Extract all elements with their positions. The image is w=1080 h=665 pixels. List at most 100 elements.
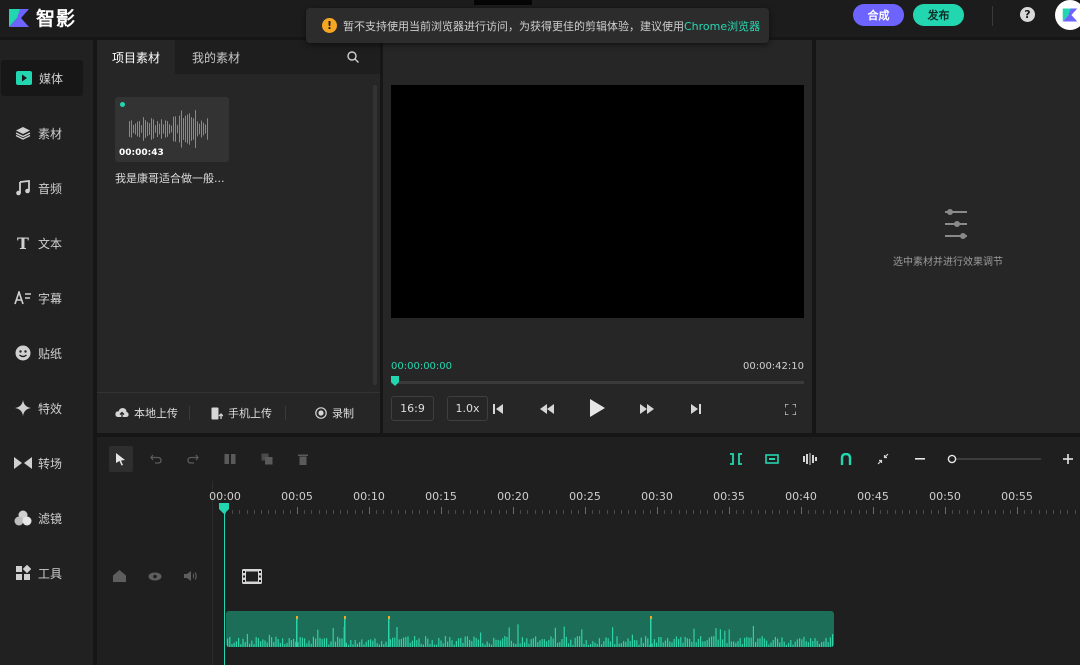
- sidebar-item-subtitle[interactable]: 字幕: [0, 280, 82, 316]
- progress-handle-icon[interactable]: [391, 376, 399, 386]
- sidebar-item-assets[interactable]: 素材: [0, 115, 82, 151]
- ruler-tick: [945, 507, 946, 514]
- ruler-tick: [844, 510, 845, 514]
- ruler-tick: [635, 510, 636, 514]
- copy-button[interactable]: [257, 449, 277, 469]
- delete-button[interactable]: [293, 449, 313, 469]
- top-handle: [474, 0, 532, 5]
- zoom-in-button[interactable]: [1058, 449, 1078, 469]
- sidebar-item-media[interactable]: 媒体: [1, 60, 83, 96]
- copy-icon: [261, 453, 273, 465]
- ruler-tick: [909, 510, 910, 514]
- select-tool-button[interactable]: [109, 446, 133, 472]
- ruler-tick: [355, 510, 356, 514]
- ruler-tick: [643, 510, 644, 514]
- zoom-slider[interactable]: [947, 449, 1041, 469]
- sidebar-item-transition[interactable]: 转场: [0, 445, 82, 481]
- sidebar-item-text[interactable]: T 文本: [0, 225, 82, 261]
- audio-clip-on-timeline[interactable]: [226, 611, 834, 647]
- sidebar-item-label: 贴纸: [38, 346, 63, 361]
- video-track-home-icon[interactable]: [112, 569, 126, 583]
- app-logo[interactable]: 智影: [8, 4, 76, 31]
- fullscreen-button[interactable]: [783, 402, 797, 416]
- compose-button[interactable]: 合成: [853, 4, 904, 26]
- publish-button[interactable]: 发布: [913, 4, 964, 26]
- ruler-tick: [974, 510, 975, 514]
- sidebar-item-audio[interactable]: 音频: [0, 170, 82, 206]
- ruler-tick: [866, 510, 867, 514]
- avatar[interactable]: [1055, 0, 1080, 30]
- ruler-tick: [585, 507, 586, 514]
- ruler-tick: [592, 510, 593, 514]
- ruler-tick: [419, 510, 420, 514]
- editor-app: 智影 合成 发布 ? ! 暂不支持使用当前浏览器进行访问，为获得更佳的剪辑体验，…: [0, 0, 1080, 665]
- ruler-tick: [959, 510, 960, 514]
- ruler-tick: [275, 510, 276, 514]
- upload-bar: 本地上传 手机上传 录制: [97, 392, 380, 433]
- split-audio-button[interactable]: [800, 449, 820, 469]
- skip-end-icon: [691, 404, 701, 414]
- header-divider: [992, 6, 993, 26]
- media-scrollbar[interactable]: [373, 85, 377, 385]
- tab-project-assets[interactable]: 项目素材: [97, 40, 175, 74]
- video-track-volume-icon[interactable]: [184, 569, 198, 583]
- sidebar-item-filter[interactable]: 滤镜: [0, 500, 82, 536]
- collapse-button[interactable]: [873, 449, 893, 469]
- playhead-line: [224, 507, 225, 665]
- help-icon[interactable]: ?: [1020, 7, 1035, 22]
- layers-icon: [14, 125, 32, 141]
- video-preview-screen[interactable]: [391, 85, 804, 318]
- phone-upload-button[interactable]: 手机上传: [211, 405, 272, 421]
- ruler-tick: [837, 510, 838, 514]
- sidebar-item-sticker[interactable]: 贴纸: [0, 335, 82, 371]
- timeline-ruler[interactable]: 00:00 00:05 00:10 00:15 00:20 00:25 00:30 00:35…: [209, 481, 1080, 521]
- ruler-tick: [535, 510, 536, 514]
- redo-button[interactable]: [183, 449, 203, 469]
- fit-clip-button[interactable]: [762, 449, 782, 469]
- ruler-tick: [787, 510, 788, 514]
- notice-chrome-link[interactable]: Chrome浏览器: [684, 18, 760, 34]
- trash-icon: [298, 454, 308, 465]
- sidebar-item-tools[interactable]: 工具: [0, 555, 82, 591]
- ruler-tick: [232, 510, 233, 514]
- sidebar-item-effects[interactable]: 特效: [0, 390, 82, 426]
- playback-speed-select[interactable]: 1.0x: [447, 396, 488, 421]
- skip-to-end-button[interactable]: [689, 402, 703, 416]
- fast-forward-button[interactable]: [638, 402, 656, 416]
- audio-clip-thumbnail[interactable]: 00:00:43: [115, 97, 229, 162]
- undo-icon: [150, 454, 162, 464]
- split-button[interactable]: [220, 449, 240, 469]
- ruler-tick: [779, 510, 780, 514]
- ruler-tick: [1060, 510, 1061, 514]
- undo-button[interactable]: [146, 449, 166, 469]
- ruler-tick: [383, 510, 384, 514]
- play-button[interactable]: [587, 398, 607, 418]
- ruler-tick: [650, 510, 651, 514]
- clip-name: 我是康哥适合做一般...: [115, 172, 225, 185]
- sidebar-item-label: 素材: [38, 126, 63, 141]
- playback-progress-bar[interactable]: [391, 381, 804, 384]
- video-track-eye-icon[interactable]: [148, 569, 162, 583]
- ruler-tick: [751, 510, 752, 514]
- record-button[interactable]: 录制: [315, 405, 354, 421]
- ruler-tick: [549, 510, 550, 514]
- magnet-button[interactable]: [836, 449, 856, 469]
- ruler-tick: [556, 510, 557, 514]
- ruler-tick: [290, 510, 291, 514]
- effects-panel: 选中素材并进行效果调节: [816, 40, 1080, 433]
- search-icon[interactable]: [347, 51, 359, 63]
- sidebar-item-label: 文本: [38, 236, 63, 251]
- zoom-out-button[interactable]: [910, 449, 930, 469]
- ruler-tick: [520, 510, 521, 514]
- playhead-handle-icon[interactable]: [219, 503, 229, 514]
- music-note-icon: [14, 180, 32, 196]
- tab-my-assets[interactable]: 我的素材: [192, 40, 240, 74]
- aspect-ratio-select[interactable]: 16:9: [391, 396, 434, 421]
- local-upload-button[interactable]: 本地上传: [115, 405, 178, 421]
- rewind-button[interactable]: [538, 402, 556, 416]
- snap-button[interactable]: [726, 449, 746, 469]
- skip-to-start-button[interactable]: [491, 402, 505, 416]
- ruler-tick: [700, 510, 701, 514]
- ruler-tick: [794, 510, 795, 514]
- media-play-icon: [15, 70, 33, 86]
